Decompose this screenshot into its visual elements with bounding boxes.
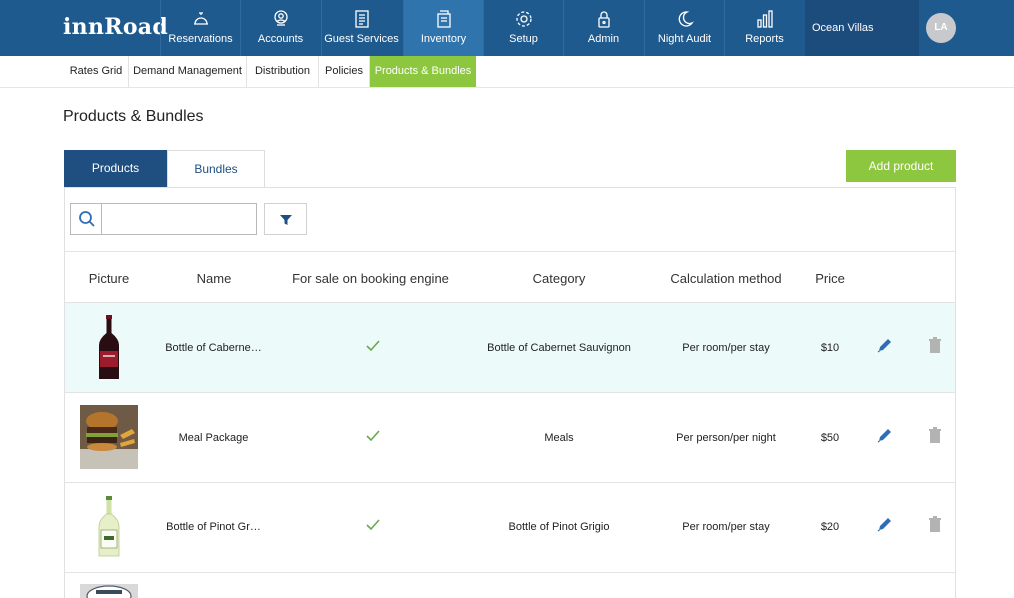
search-input[interactable] bbox=[103, 204, 255, 234]
gear-icon bbox=[515, 11, 532, 27]
nav-label: Inventory bbox=[420, 33, 467, 45]
for-sale-check bbox=[363, 430, 383, 445]
row-category: Meals bbox=[544, 432, 574, 444]
nav-admin[interactable]: Admin bbox=[563, 0, 643, 56]
delete-icon[interactable] bbox=[926, 515, 944, 533]
row-category: Bottle of Cabernet Sauvignon bbox=[487, 342, 631, 354]
subtab-policies[interactable]: Policies bbox=[319, 56, 370, 87]
delete-icon[interactable] bbox=[926, 336, 944, 354]
check-icon bbox=[366, 430, 380, 442]
search-box bbox=[70, 203, 257, 235]
nav-label: Reports bbox=[745, 33, 784, 45]
row-name: Meal Package bbox=[178, 432, 249, 444]
row-calculation-method: Per person/per night bbox=[676, 432, 776, 444]
inventory-icon bbox=[436, 10, 451, 28]
for-sale-check bbox=[363, 340, 383, 355]
header-category[interactable]: Category bbox=[488, 271, 630, 286]
row-price: $10 bbox=[820, 342, 840, 354]
bar-chart-icon bbox=[756, 10, 773, 28]
nav-label: Reservations bbox=[168, 33, 233, 45]
subtab-products-bundles[interactable]: Products & Bundles bbox=[370, 56, 476, 87]
edit-icon[interactable] bbox=[876, 336, 894, 354]
row-price: $50 bbox=[820, 432, 840, 444]
divider bbox=[64, 572, 956, 573]
property-name[interactable]: Ocean Villas bbox=[812, 22, 874, 34]
tab-products[interactable]: Products bbox=[64, 150, 167, 187]
subtab-distribution[interactable]: Distribution bbox=[247, 56, 319, 87]
nav-reservations[interactable]: Reservations bbox=[160, 0, 240, 56]
row-name: Bottle of Pinot Gr… bbox=[166, 521, 261, 533]
search-button[interactable] bbox=[71, 204, 102, 234]
accounts-icon bbox=[273, 10, 288, 26]
nav-label: Setup bbox=[509, 33, 538, 45]
add-product-button[interactable]: Add product bbox=[846, 150, 956, 182]
nav-night-audit[interactable]: Night Audit bbox=[644, 0, 724, 56]
red-wine-bottle-image bbox=[99, 315, 119, 379]
nav-accounts[interactable]: Accounts bbox=[240, 0, 320, 56]
top-nav-bar: innRoad Reservations Accounts Guest Serv… bbox=[0, 0, 1014, 56]
row-category: Bottle of Pinot Grigio bbox=[508, 521, 610, 533]
product-image-partial bbox=[80, 584, 138, 598]
nav-guest-services[interactable]: Guest Services bbox=[321, 0, 401, 56]
row-name: Bottle of Caberne… bbox=[165, 342, 262, 354]
nav-reports[interactable]: Reports bbox=[724, 0, 804, 56]
avatar[interactable]: LA bbox=[926, 13, 956, 43]
lock-icon bbox=[597, 11, 610, 28]
divider bbox=[64, 251, 956, 252]
moon-icon bbox=[678, 11, 694, 27]
nav-label: Accounts bbox=[257, 33, 304, 45]
clipboard-icon bbox=[354, 10, 369, 28]
header-calculation-method[interactable]: Calculation method bbox=[656, 271, 796, 286]
header-picture: Picture bbox=[88, 271, 130, 286]
bell-icon bbox=[193, 12, 208, 25]
nav-inventory[interactable]: Inventory bbox=[403, 0, 483, 56]
for-sale-check bbox=[363, 519, 383, 534]
filter-button[interactable] bbox=[264, 203, 307, 235]
app-window: innRoad Reservations Accounts Guest Serv… bbox=[0, 0, 1014, 598]
row-calculation-method: Per room/per stay bbox=[682, 342, 770, 354]
tab-bundles[interactable]: Bundles bbox=[167, 150, 265, 187]
burger-meal-image bbox=[80, 405, 138, 469]
header-price[interactable]: Price bbox=[805, 271, 855, 286]
search-icon bbox=[79, 211, 95, 227]
edit-icon[interactable] bbox=[876, 515, 894, 533]
subtab-demand-management[interactable]: Demand Management bbox=[129, 56, 247, 87]
row-price: $20 bbox=[820, 521, 840, 533]
header-name[interactable]: Name bbox=[170, 271, 258, 286]
page-title: Products & Bundles bbox=[63, 108, 204, 125]
sub-nav-bar: Rates Grid Demand Management Distributio… bbox=[0, 56, 1014, 88]
subtab-rates-grid[interactable]: Rates Grid bbox=[64, 56, 129, 87]
delete-icon[interactable] bbox=[926, 426, 944, 444]
row-calculation-method: Per room/per stay bbox=[682, 521, 770, 533]
check-icon bbox=[366, 519, 380, 531]
nav-label: Guest Services bbox=[324, 33, 399, 45]
nav-setup[interactable]: Setup bbox=[483, 0, 563, 56]
filter-icon bbox=[280, 215, 292, 225]
app-logo[interactable]: innRoad bbox=[63, 14, 168, 40]
nav-label: Admin bbox=[587, 33, 620, 45]
edit-icon[interactable] bbox=[876, 426, 894, 444]
check-icon bbox=[366, 340, 380, 352]
white-wine-bottle-image bbox=[98, 496, 120, 557]
nav-label: Night Audit bbox=[657, 33, 712, 45]
header-for-sale[interactable]: For sale on booking engine bbox=[283, 271, 458, 286]
